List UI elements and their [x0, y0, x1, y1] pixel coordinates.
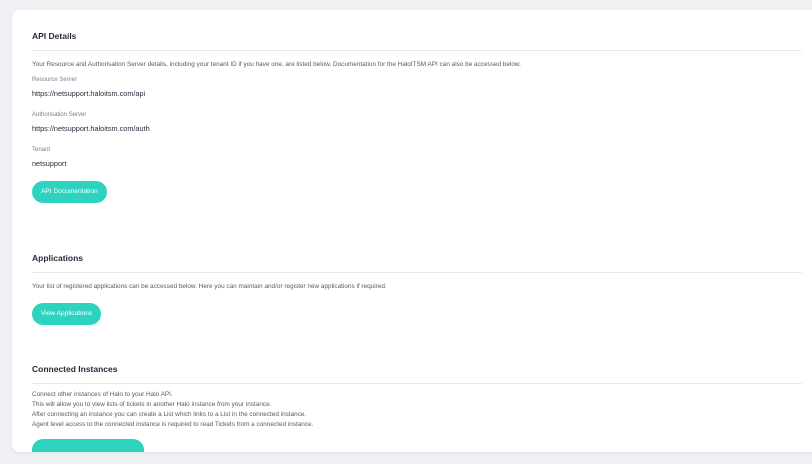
resource-server-value: https://netsupport.haloitsm.com/api [32, 89, 146, 98]
applications-section: Applications Your list of registered app… [32, 253, 812, 325]
tenant-label: Tenant [32, 147, 51, 153]
authorisation-server-label: Authorisation Server [32, 112, 87, 118]
api-details-title: API Details [32, 31, 802, 51]
api-details-description: Your Resource and Authorisation Server d… [32, 61, 521, 68]
api-documentation-button[interactable]: API Documentation [32, 181, 107, 203]
connected-instances-line: This will allow you to view lists of tic… [32, 401, 272, 408]
connected-instances-section: Connected Instances Connect other instan… [32, 364, 812, 452]
view-applications-button[interactable]: View Applications [32, 303, 102, 325]
api-details-section: API Details Your Resource and Authorisat… [32, 31, 812, 203]
connected-instances-line: Agent level access to the connected inst… [32, 421, 314, 428]
connected-instances-button[interactable] [32, 439, 144, 452]
connected-instances-line: Connect other instances of Halo to your … [32, 391, 173, 398]
tenant-value: netsupport [32, 159, 67, 168]
applications-title: Applications [32, 253, 802, 273]
resource-server-label: Resource Server [32, 77, 78, 83]
settings-card: API Details Your Resource and Authorisat… [12, 10, 812, 452]
applications-description: Your list of registered applications can… [32, 283, 387, 290]
connected-instances-line: After connecting an instance you can cre… [32, 411, 307, 418]
authorisation-server-value: https://netsupport.haloitsm.com/auth [32, 124, 150, 133]
connected-instances-title: Connected Instances [32, 364, 802, 384]
